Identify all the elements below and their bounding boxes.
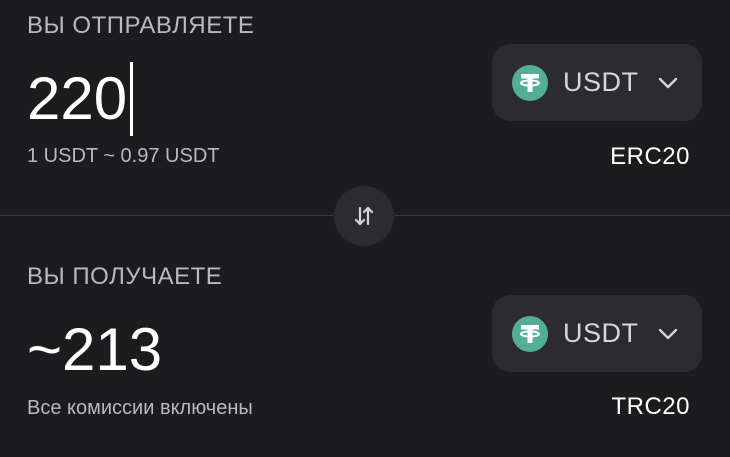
send-network: ERC20 [610, 143, 690, 170]
send-label: ВЫ ОТПРАВЛЯЕТЕ [27, 12, 255, 39]
chevron-down-icon [657, 327, 679, 341]
receive-currency-code: USDT [563, 318, 639, 348]
tether-icon [512, 64, 548, 101]
send-amount-input[interactable]: 220 [27, 62, 134, 136]
receive-currency-selector[interactable]: USDT [492, 295, 702, 372]
chevron-down-icon [657, 76, 679, 90]
receive-amount-value: ~213 [27, 316, 163, 383]
swap-button[interactable] [334, 186, 394, 246]
exchange-rate: 1 USDT ~ 0.97 USDT [27, 145, 220, 167]
tether-icon [512, 315, 548, 352]
fees-note: Все комиссии включены [27, 397, 253, 419]
receive-network: TRC20 [611, 393, 690, 420]
swap-arrows-icon [351, 203, 377, 229]
send-currency-selector[interactable]: USDT [492, 44, 702, 121]
receive-amount: ~213 [27, 313, 162, 387]
send-amount-value: 220 [27, 65, 128, 132]
text-cursor [130, 62, 134, 136]
send-currency-code: USDT [563, 67, 639, 97]
receive-label: ВЫ ПОЛУЧАЕТЕ [27, 263, 223, 290]
